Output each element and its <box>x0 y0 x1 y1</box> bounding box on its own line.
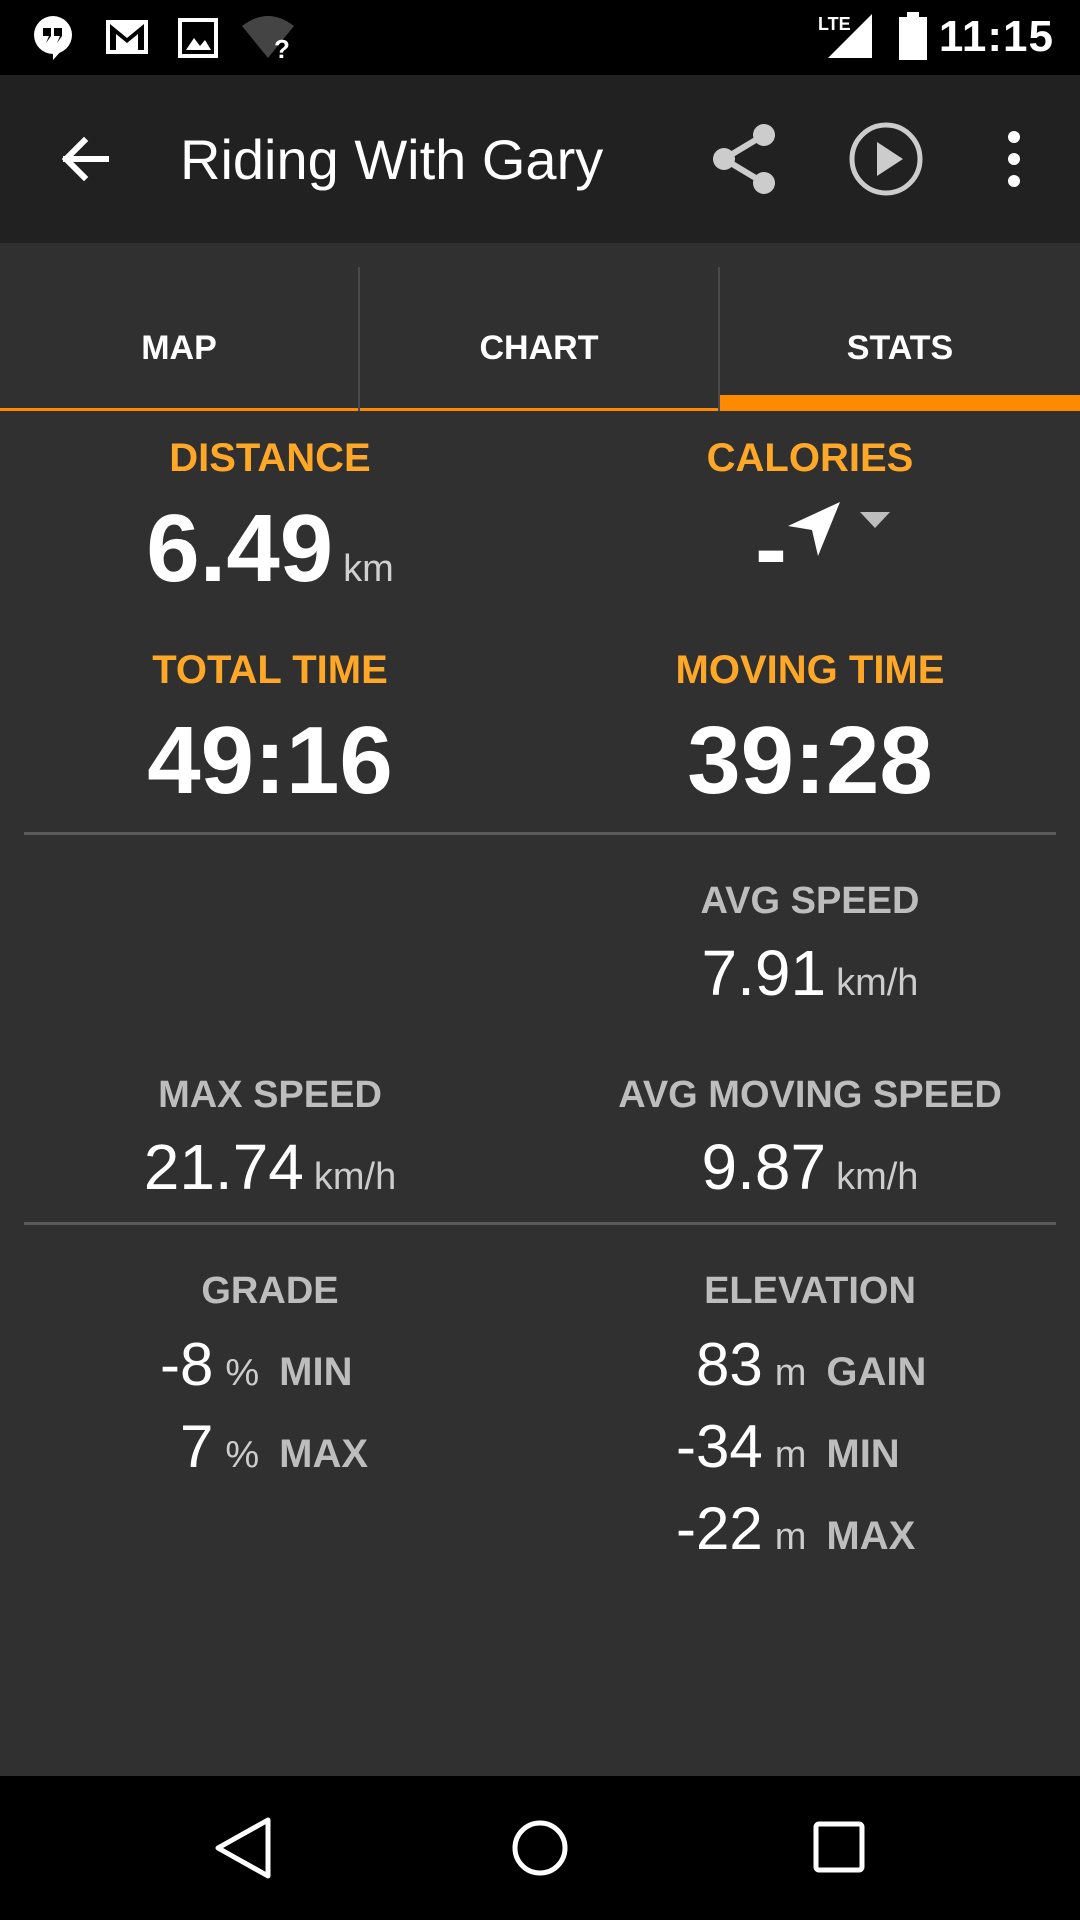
max-speed-unit: km/h <box>313 1156 397 1198</box>
max-speed-label: MAX SPEED <box>158 1074 382 1116</box>
tab-chart[interactable]: CHART <box>360 267 718 411</box>
elevation-label: ELEVATION <box>704 1270 916 1312</box>
svg-text:?: ? <box>274 34 290 60</box>
avg-moving-speed-value: 9.87 <box>701 1131 827 1203</box>
app-bar: Riding With Gary <box>0 75 1080 243</box>
divider <box>24 1222 1056 1225</box>
distance-label: DISTANCE <box>169 436 371 480</box>
more-vert-icon[interactable] <box>1000 129 1028 189</box>
recents-square-icon[interactable] <box>804 1812 876 1884</box>
moving-time-value: 39:28 <box>687 707 933 814</box>
avg-speed-stat: 7.91 km/h <box>540 936 1080 1010</box>
distance-stat: 6.49 km <box>0 494 540 604</box>
tab-bar: MAP CHART STATS <box>0 243 1080 411</box>
elevation-max-unit: m <box>774 1516 807 1558</box>
tab-label: CHART <box>479 329 599 367</box>
tab-label: STATS <box>846 329 954 367</box>
max-speed-stat: 21.74 km/h <box>0 1130 540 1204</box>
status-time: 11:15 <box>938 12 1054 61</box>
grade-max-unit: % <box>225 1434 260 1476</box>
grade-min-unit: % <box>225 1352 260 1394</box>
elevation-gain-value: 83 <box>696 1331 763 1398</box>
page-title: Riding With Gary <box>180 128 604 191</box>
gallery-icon <box>178 18 218 58</box>
grade-min-row: -8% MIN <box>160 1330 352 1399</box>
battery-icon <box>899 12 927 60</box>
elevation-max-qualifier: MAX <box>826 1514 916 1558</box>
avg-moving-speed-label: AVG MOVING SPEED <box>618 1074 1002 1116</box>
wifi-question-icon: ? <box>242 16 294 60</box>
tab-stats[interactable]: STATS <box>720 267 1080 411</box>
elevation-min-value: -34 <box>676 1413 763 1480</box>
elevation-max-row: -22 m MAX <box>676 1494 915 1563</box>
navigation-bar <box>0 1776 1080 1920</box>
elevation-gain-row: 83 m GAIN <box>696 1330 926 1399</box>
elevation-min-row: -34 m MIN <box>676 1412 900 1481</box>
grade-max-qualifier: MAX <box>279 1432 369 1476</box>
total-time-label: TOTAL TIME <box>152 648 388 692</box>
elevation-max-value: -22 <box>676 1495 763 1562</box>
home-circle-icon[interactable] <box>504 1812 576 1884</box>
grade-min-qualifier: MIN <box>279 1350 353 1394</box>
elevation-min-qualifier: MIN <box>826 1432 900 1476</box>
calories-label: CALORIES <box>706 436 914 480</box>
avg-speed-value: 7.91 <box>701 937 827 1009</box>
avg-speed-unit: km/h <box>836 962 919 1004</box>
navigation-arrow-icon[interactable] <box>784 500 844 560</box>
play-icon[interactable] <box>848 121 924 197</box>
status-bar: ? LTE 11:15 <box>0 0 1080 75</box>
distance-value: 6.49 <box>146 495 334 602</box>
share-icon[interactable] <box>708 123 780 195</box>
elevation-gain-unit: m <box>774 1352 807 1394</box>
grade-min-value: -8 <box>160 1331 214 1398</box>
hangouts-icon <box>34 16 72 60</box>
tab-underline <box>360 408 718 411</box>
divider <box>24 832 1056 835</box>
tab-underline <box>0 408 358 411</box>
grade-max-value: 7 <box>180 1413 214 1480</box>
signal-icon <box>828 14 872 58</box>
total-time-value: 49:16 <box>147 707 393 814</box>
moving-time-label: MOVING TIME <box>675 648 945 692</box>
elevation-min-unit: m <box>774 1434 807 1476</box>
tab-underline-active <box>720 395 1080 411</box>
tab-map[interactable]: MAP <box>0 267 358 411</box>
grade-max-row: 7% MAX <box>180 1412 368 1481</box>
grade-label: GRADE <box>201 1270 339 1312</box>
avg-moving-speed-stat: 9.87 km/h <box>540 1130 1080 1204</box>
tab-label: MAP <box>141 329 217 367</box>
elevation-gain-qualifier: GAIN <box>826 1350 927 1394</box>
avg-speed-label: AVG SPEED <box>700 880 920 922</box>
avg-moving-speed-unit: km/h <box>836 1156 919 1198</box>
gmail-icon <box>106 20 148 54</box>
dropdown-triangle-icon[interactable] <box>860 512 890 530</box>
back-arrow-icon[interactable] <box>56 129 116 189</box>
distance-unit: km <box>343 548 394 590</box>
max-speed-value: 21.74 <box>143 1131 304 1203</box>
back-triangle-icon[interactable] <box>206 1812 278 1884</box>
